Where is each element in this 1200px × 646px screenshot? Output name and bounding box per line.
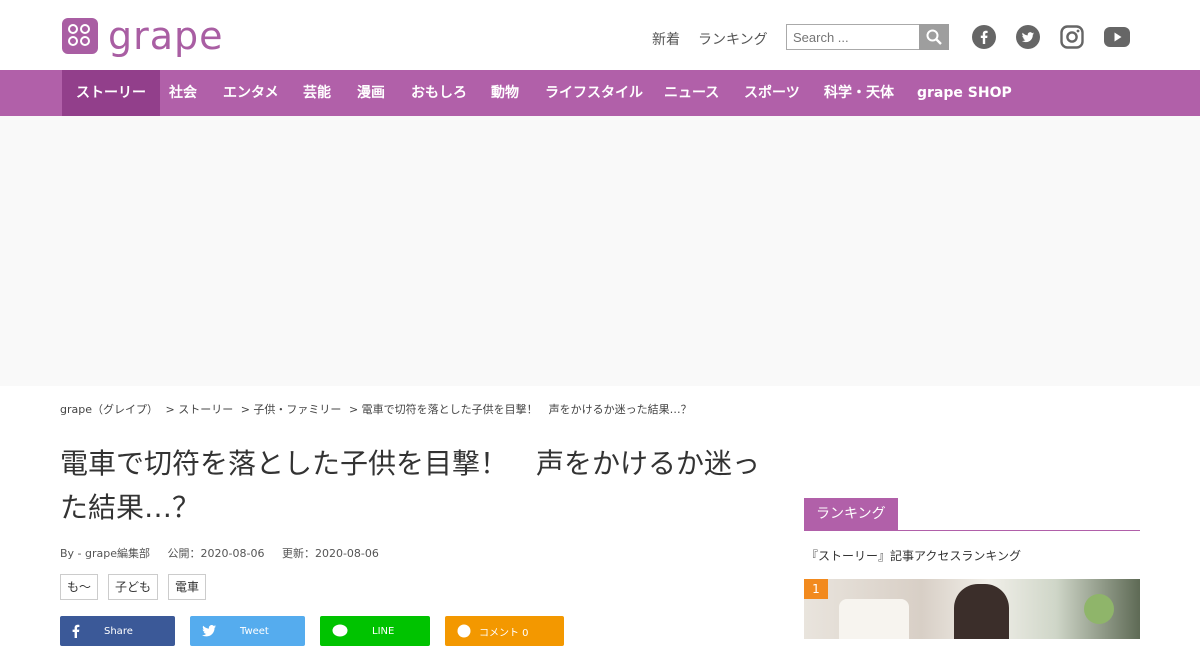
nav-item-science[interactable]: 科学・天体 <box>824 70 894 116</box>
share-facebook-button[interactable]: Share <box>60 616 175 646</box>
tag-item[interactable]: 電車 <box>168 574 207 600</box>
nav-item-sports[interactable]: スポーツ <box>744 70 800 116</box>
published-date: 公開：2020-08-06 <box>167 547 265 560</box>
ranking-tab[interactable]: ランキング <box>804 498 898 530</box>
search-form <box>786 24 949 50</box>
ranking-subtitle: 『ストーリー』記事アクセスランキング <box>806 549 1022 563</box>
breadcrumb: grape（グレイプ） > ストーリー > 子供・ファミリー > 電車で切符を落… <box>60 401 696 417</box>
article-title: 電車で切符を落とした子供を目撃！ 声をかけるか迷った結果…？ <box>60 447 761 524</box>
nav-item-story[interactable]: ストーリー <box>62 70 160 116</box>
comment-icon <box>457 624 471 638</box>
share-label: Tweet <box>240 625 269 637</box>
facebook-icon[interactable] <box>972 25 996 49</box>
share-line-button[interactable]: LINE <box>320 616 430 646</box>
facebook-icon <box>72 624 80 638</box>
header-link-new[interactable]: 新着 <box>652 29 680 49</box>
twitter-icon[interactable] <box>1016 25 1040 49</box>
breadcrumb-current: > 電車で切符を落とした子供を目撃！ 声をかけるか迷った結果…？ <box>348 403 692 416</box>
nav-item-geino[interactable]: 芸能 <box>303 70 331 116</box>
header-link-ranking[interactable]: ランキング <box>698 29 768 49</box>
logo-text: grape <box>108 14 224 58</box>
breadcrumb-family[interactable]: > 子供・ファミリー <box>241 403 342 416</box>
breadcrumb-story[interactable]: > ストーリー <box>166 403 234 416</box>
youtube-icon[interactable] <box>1104 25 1130 49</box>
tag-item[interactable]: 子ども <box>108 574 159 600</box>
site-logo[interactable]: grape <box>62 14 224 58</box>
search-input[interactable] <box>786 24 919 50</box>
share-label: LINE <box>372 625 395 637</box>
nav-item-entame[interactable]: エンタメ <box>223 70 279 116</box>
nav-item-omoshiro[interactable]: おもしろ <box>411 70 467 116</box>
grape-logo-icon <box>62 18 98 54</box>
comment-button[interactable]: コメント 0 <box>445 616 564 646</box>
share-twitter-button[interactable]: Tweet <box>190 616 305 646</box>
nav-item-animals[interactable]: 動物 <box>491 70 519 116</box>
nav-item-manga[interactable]: 漫画 <box>357 70 385 116</box>
search-button[interactable] <box>919 24 949 50</box>
breadcrumb-home[interactable]: grape（グレイプ） <box>60 403 158 416</box>
nav-item-news[interactable]: ニュース <box>664 70 719 116</box>
nav-item-shop[interactable]: grape SHOP <box>917 70 1012 116</box>
search-icon <box>926 29 942 45</box>
nav-item-lifestyle[interactable]: ライフスタイル <box>545 70 643 116</box>
main-nav: ストーリー 社会 エンタメ 芸能 漫画 おもしろ 動物 ライフスタイル ニュース… <box>0 70 1200 116</box>
author: By - grape編集部 <box>60 547 151 560</box>
line-icon <box>332 624 348 637</box>
comment-label: コメント 0 <box>479 627 529 639</box>
instagram-icon[interactable] <box>1060 25 1084 49</box>
twitter-icon <box>202 625 216 637</box>
ranking-header: ランキング <box>804 498 1140 531</box>
ad-area <box>0 116 1200 386</box>
site-header: grape 新着 ランキング <box>0 0 1200 70</box>
article-meta: By - grape編集部 公開：2020-08-06 更新：2020-08-0… <box>60 545 393 561</box>
nav-item-society[interactable]: 社会 <box>169 70 197 116</box>
ranking-item-thumbnail[interactable]: 1 <box>804 579 1140 639</box>
tag-item[interactable]: も～ <box>60 574 99 600</box>
share-label: Share <box>104 625 133 637</box>
rank-badge: 1 <box>804 579 828 599</box>
updated-date: 更新：2020-08-06 <box>281 547 379 560</box>
